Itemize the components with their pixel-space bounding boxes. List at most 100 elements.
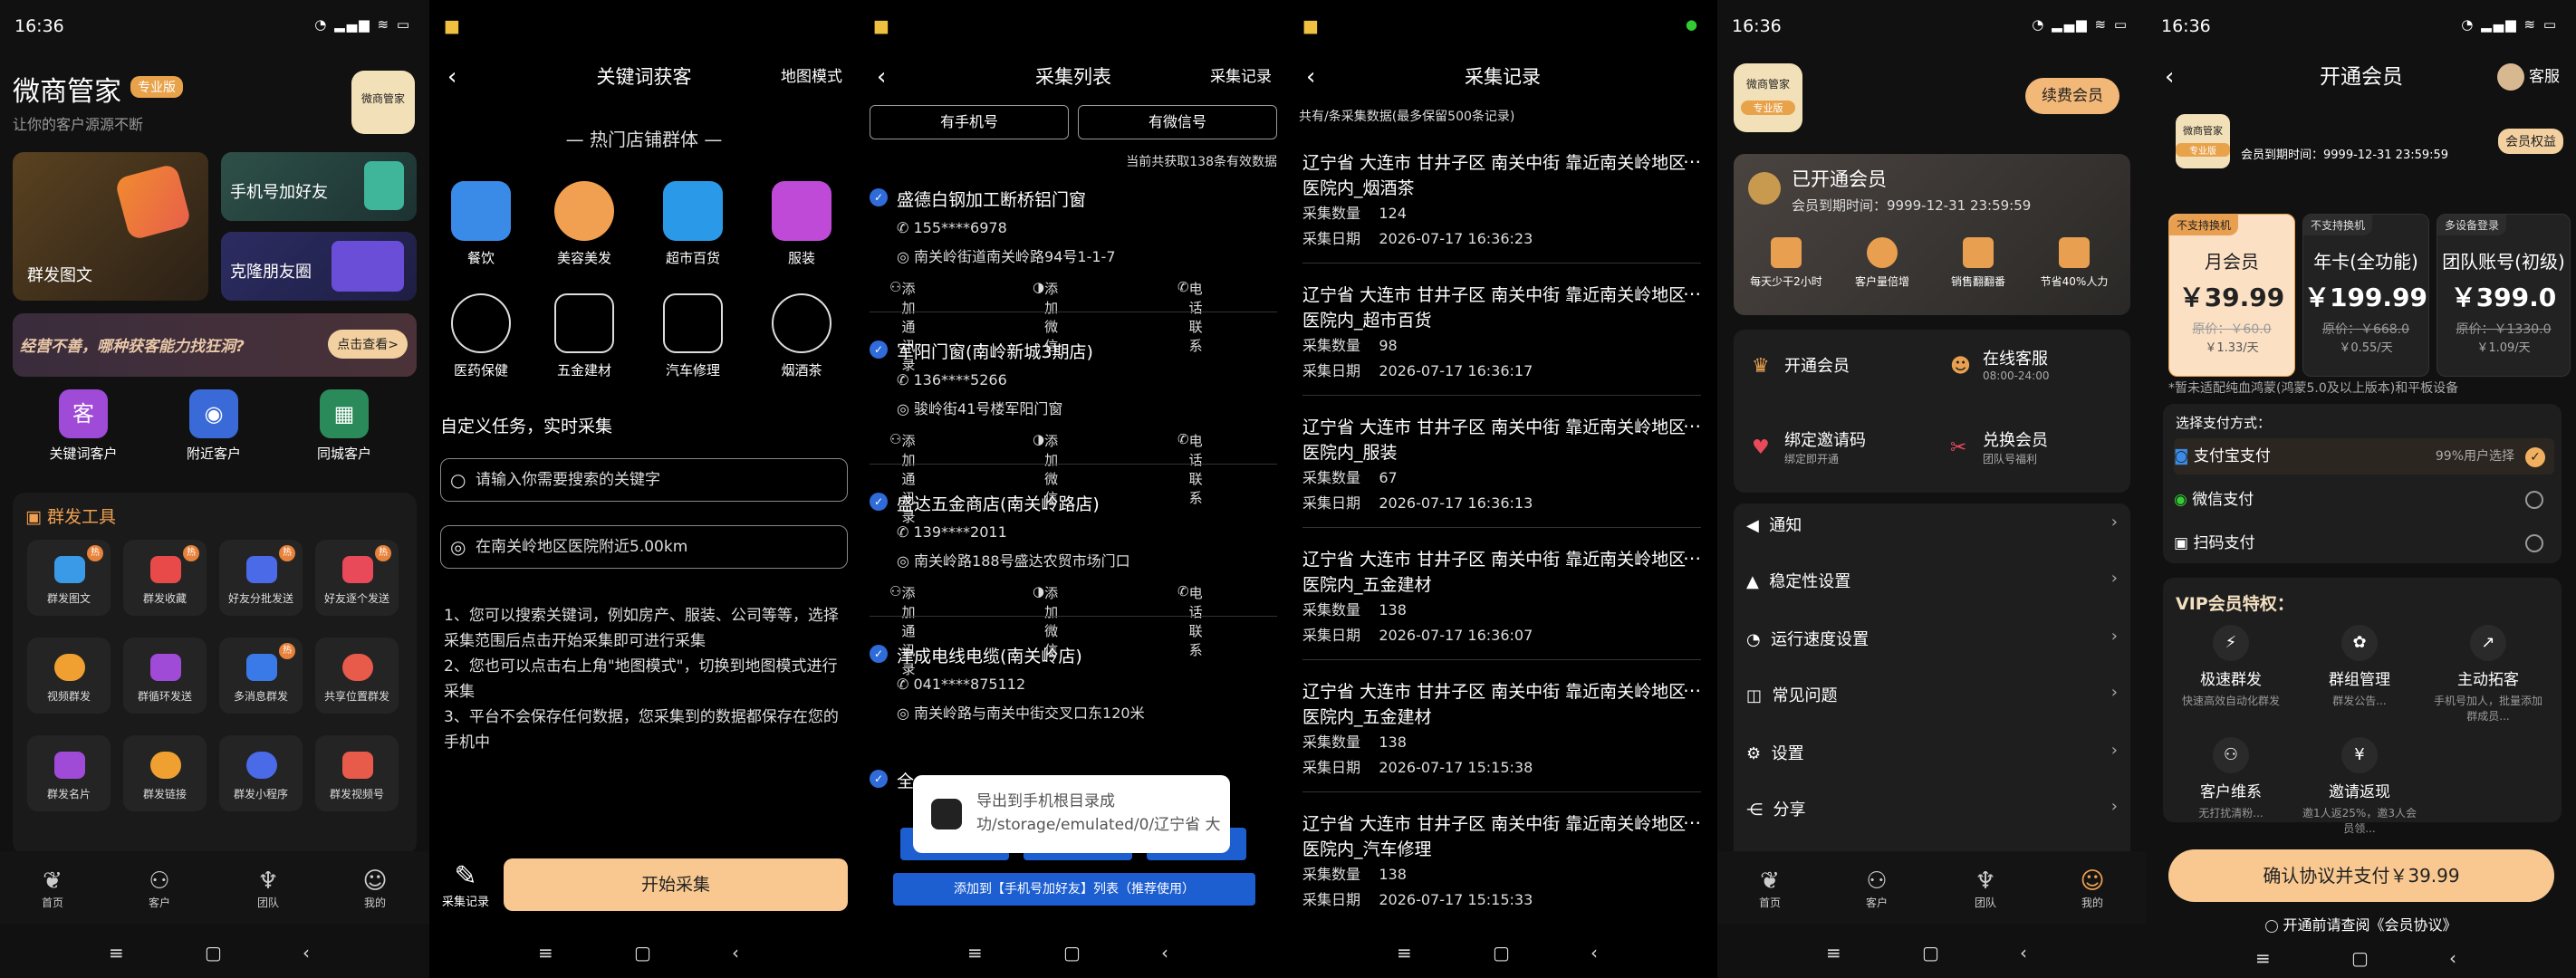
renew-button[interactable]: 续费会员 (2025, 78, 2119, 114)
checkbox-icon[interactable]: ✓ (870, 645, 888, 663)
home-icon[interactable]: ▢ (1063, 942, 1081, 964)
location-field[interactable]: ◎ 在南关岭地区医院附近5.00km (440, 525, 848, 569)
plan-yearly[interactable]: 不支持换机 年卡(全功能) ￥199.99 原价：￥668.0 ￥0.55/天 (2302, 214, 2429, 377)
add-contact-action[interactable]: ⚇ 添加通讯录 (889, 583, 915, 677)
quick-city[interactable]: ▦ 同城客户 (299, 389, 389, 463)
agree-radio-icon[interactable] (2265, 919, 2279, 933)
checkbox-icon[interactable]: ✓ (870, 493, 888, 511)
record-item[interactable]: 辽宁省 大连市 甘井子区 南关中街 靠近南关岭地区医院内_烟酒茶 采集数量 12… (1302, 150, 1701, 264)
avatar[interactable]: 微商管家 专业版 (1734, 63, 1802, 132)
start-button[interactable]: 开始采集 (504, 858, 848, 911)
pay-alipay[interactable]: ◙ 支付宝支付 99%用户选择 ✓ (2174, 438, 2554, 475)
tool-6[interactable]: 群循环发送 (123, 638, 207, 714)
tool-7[interactable]: 热多消息群发 (219, 638, 303, 714)
back-arrow-icon[interactable]: ‹ (447, 54, 457, 100)
radio-icon[interactable] (2525, 491, 2543, 509)
promo-banner[interactable]: 经营不善，哪种获客能力找狂洞? 点击查看> (13, 313, 417, 377)
more-icon[interactable]: ⋯ (1683, 547, 1701, 569)
cat-food[interactable]: 餐饮 (440, 181, 522, 267)
more-icon[interactable]: ⋯ (1683, 415, 1701, 436)
more-icon[interactable]: ⋯ (1683, 150, 1701, 172)
back-icon[interactable]: ‹ (2020, 942, 2027, 964)
back-arrow-icon[interactable]: ‹ (2165, 54, 2174, 100)
cat-auto[interactable]: 汽车修理 (652, 293, 734, 379)
rights-button[interactable]: 会员权益 (2498, 129, 2563, 154)
cat-hardware[interactable]: 五金建材 (543, 293, 625, 379)
grid-bind-code[interactable]: ♥ 绑定邀请码 绑定即开通 (1734, 411, 1932, 493)
tool-10[interactable]: 群发链接 (123, 735, 207, 811)
nav-me[interactable]: ☺ 我的 (339, 868, 411, 910)
tile-mass-send[interactable]: 群发图文 (13, 152, 208, 301)
menu-icon[interactable]: ≡ (1826, 942, 1841, 964)
home-icon[interactable]: ▢ (205, 942, 222, 964)
agreement-row[interactable]: 开通前请查阅《会员协议》 (2147, 913, 2576, 935)
nav-me[interactable]: ☺ 我的 (2056, 868, 2129, 910)
tool-12[interactable]: 群发视频号 (315, 735, 399, 811)
home-icon[interactable]: ▢ (2351, 947, 2369, 969)
confirm-pay-button[interactable]: 确认协议并支付￥39.99 (2168, 849, 2554, 902)
plan-team[interactable]: 多设备登录 团队账号(初级) ￥399.0 原价：￥1330.0 ￥1.09/天 (2437, 214, 2571, 377)
back-arrow-icon[interactable]: ‹ (1306, 54, 1315, 100)
avatar[interactable]: 微商管家 (351, 71, 415, 134)
menu-icon[interactable]: ≡ (109, 942, 124, 964)
menu-faq[interactable]: ◫ 常见问题 › (1746, 683, 2118, 706)
checkbox-icon[interactable]: ✓ (870, 188, 888, 206)
cat-market[interactable]: 超市百货 (652, 181, 734, 267)
menu-settings[interactable]: ⚙ 设置 › (1746, 741, 2118, 764)
menu-speed[interactable]: ◔ 运行速度设置 › (1746, 627, 2118, 650)
nav-team[interactable]: ♆ 团队 (1949, 868, 2022, 910)
tool-9[interactable]: 群发名片 (27, 735, 111, 811)
back-icon[interactable]: ‹ (1161, 942, 1168, 964)
add-wechat-action[interactable]: ◑ 添加微信 (1033, 583, 1058, 658)
map-mode-link[interactable]: 地图模式 (781, 54, 842, 100)
tool-5[interactable]: 视频群发 (27, 638, 111, 714)
tool-2[interactable]: 热群发收藏 (123, 540, 207, 616)
menu-icon[interactable]: ≡ (967, 942, 983, 964)
home-icon[interactable]: ▢ (634, 942, 651, 964)
back-icon[interactable]: ‹ (1591, 942, 1598, 964)
back-icon[interactable]: ‹ (2449, 947, 2456, 969)
nav-team[interactable]: ♆ 团队 (232, 868, 304, 910)
more-icon[interactable]: ⋯ (1683, 679, 1701, 701)
record-link[interactable]: 采集记录 (1210, 54, 1272, 100)
cat-beauty[interactable]: 美容美发 (543, 181, 625, 267)
more-icon[interactable]: ⋯ (1683, 283, 1701, 304)
menu-icon[interactable]: ≡ (2255, 947, 2271, 969)
tab-wechat[interactable]: 有微信号 (1078, 105, 1277, 139)
add-to-list-button[interactable]: 添加到【手机号加好友】列表（推荐使用） (893, 873, 1255, 906)
checkbox-icon[interactable]: ✓ (870, 770, 888, 788)
pay-scan[interactable]: ▣ 扫码支付 (2174, 525, 2554, 561)
record-item[interactable]: 辽宁省 大连市 甘井子区 南关中街 靠近南关岭地区医院内_五金建材 采集数量 1… (1302, 547, 1701, 660)
cat-tobacco[interactable]: 烟酒茶 (761, 293, 842, 379)
record-item[interactable]: 辽宁省 大连市 甘井子区 南关中街 靠近南关岭地区医院内_超市百货 采集数量 9… (1302, 283, 1701, 396)
cat-clothes[interactable]: 服装 (761, 181, 842, 267)
tool-1[interactable]: 热群发图文 (27, 540, 111, 616)
more-icon[interactable]: ⋯ (1683, 811, 1701, 833)
back-icon[interactable]: ‹ (303, 942, 310, 964)
nav-home[interactable]: ❦ 首页 (16, 868, 89, 910)
record-button[interactable]: ✎ 采集记录 (438, 860, 493, 909)
radio-icon[interactable] (2525, 534, 2543, 552)
tool-3[interactable]: 热好友分批发送 (219, 540, 303, 616)
grid-service[interactable]: ☻ 在线客服 08:00-24:00 (1932, 330, 2130, 411)
quick-nearby[interactable]: ◉ 附近客户 (168, 389, 259, 463)
plan-monthly[interactable]: 不支持换机 月会员 ￥39.99 原价：￥60.0 ￥1.33/天 (2168, 214, 2295, 377)
menu-icon[interactable]: ≡ (538, 942, 553, 964)
tab-phone[interactable]: 有手机号 (870, 105, 1069, 139)
tile-phone-add[interactable]: 手机号加好友 (221, 152, 417, 221)
add-contact-action[interactable]: ⚇ 添加通讯录 (889, 279, 915, 373)
back-icon[interactable]: ‹ (732, 942, 739, 964)
add-wechat-action[interactable]: ◑ 添加微信 (1033, 279, 1058, 354)
tool-4[interactable]: 热好友逐个发送 (315, 540, 399, 616)
menu-icon[interactable]: ≡ (1397, 942, 1412, 964)
search-input[interactable]: ○ 请输入你需要搜索的关键字 (440, 458, 848, 502)
menu-stability[interactable]: ▲ 稳定性设置 › (1746, 569, 2118, 592)
tile-clone-moments[interactable]: 克隆朋友圈 (221, 232, 417, 301)
checkbox-icon[interactable]: ✓ (870, 340, 888, 359)
add-wechat-action[interactable]: ◑ 添加微信 (1033, 431, 1058, 506)
tool-11[interactable]: 群发小程序 (219, 735, 303, 811)
cat-medical[interactable]: 医药保健 (440, 293, 522, 379)
service-link[interactable]: 客服 (2496, 54, 2560, 100)
grid-redeem[interactable]: ✂ 兑换会员 团队号福利 (1932, 411, 2130, 493)
record-item[interactable]: 辽宁省 大连市 甘井子区 南关中街 靠近南关岭地区医院内_汽车修理 采集数量 1… (1302, 811, 1701, 913)
